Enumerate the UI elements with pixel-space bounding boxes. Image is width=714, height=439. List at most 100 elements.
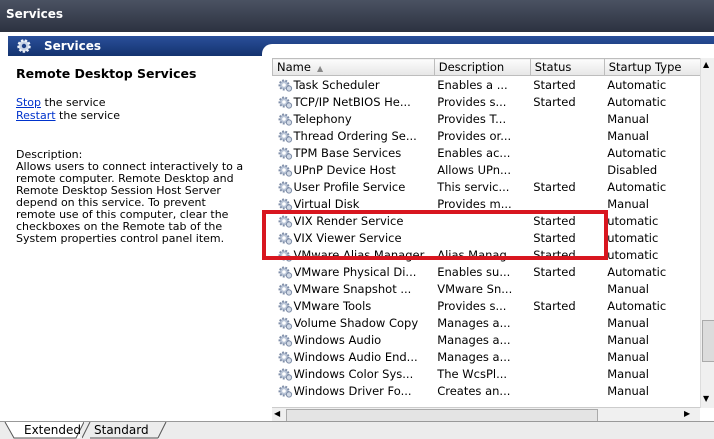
- column-header-description[interactable]: Description: [433, 58, 531, 76]
- service-name-cell: Windows Color Sys...: [273, 365, 435, 382]
- table-row[interactable]: Telephony Provides T... Manual: [273, 110, 705, 127]
- gear-icon: [16, 38, 32, 54]
- service-startup-cell: Manual: [607, 366, 650, 381]
- scroll-left-icon[interactable]: ◀: [274, 409, 280, 418]
- scroll-right-icon[interactable]: ▶: [684, 409, 690, 418]
- service-gear-icon: [277, 112, 293, 126]
- service-status-cell: [530, 314, 604, 331]
- service-startup-cell: Automatic: [607, 298, 667, 313]
- service-startup-cell: Disabled: [607, 162, 658, 177]
- vertical-scroll-thumb[interactable]: [702, 320, 714, 362]
- service-name-cell: Windows Audio: [273, 331, 435, 348]
- service-name-label: VMware Physical Di...: [293, 264, 417, 279]
- service-gear-icon: [277, 333, 293, 347]
- service-gear-icon: [277, 163, 293, 177]
- restart-service-link[interactable]: Restart: [16, 109, 56, 122]
- table-row[interactable]: Task Scheduler Enables a ... Started Automa…: [273, 76, 705, 94]
- table-row[interactable]: Windows Audio End... Manages a... Manual: [273, 348, 705, 365]
- vertical-scrollbar[interactable]: ▲ ▼: [700, 58, 714, 408]
- service-gear-icon: [277, 129, 293, 143]
- service-status-cell: Started: [533, 179, 576, 194]
- service-startup-cell: Automatic: [607, 145, 667, 160]
- horizontal-scrollbar[interactable]: ◀ ▶: [272, 407, 700, 422]
- table-row[interactable]: Volume Shadow Copy Manages a... Manual: [273, 314, 705, 331]
- service-name-cell: Telephony: [273, 110, 435, 127]
- table-row[interactable]: VMware Physical Di... Enables su... Starte…: [273, 263, 705, 280]
- service-name-cell: UPnP Device Host: [273, 161, 435, 178]
- table-row[interactable]: Thread Ordering Se... Provides or... Manua…: [273, 127, 705, 144]
- window-title: Services: [6, 7, 64, 21]
- service-status-cell: Started: [533, 77, 576, 92]
- stop-service-link[interactable]: Stop: [16, 96, 41, 109]
- service-description-cell: Provides T...: [437, 111, 507, 126]
- restart-suffix: the service: [55, 109, 120, 122]
- service-status-cell: [530, 348, 604, 365]
- table-row[interactable]: Windows Color Sys... The WcsPl... Manual: [273, 365, 705, 382]
- service-name-label: Windows Audio End...: [293, 349, 418, 364]
- scroll-up-icon[interactable]: ▲: [703, 60, 709, 69]
- table-row[interactable]: VMware Tools Provides s... Started Automati…: [273, 297, 705, 314]
- service-actions: Stop the service Restart the service: [16, 96, 120, 122]
- service-status-cell: [530, 365, 604, 382]
- service-description-cell: Manages a...: [437, 349, 511, 364]
- service-description-cell: Manages a...: [437, 332, 511, 347]
- service-gear-icon: [277, 197, 293, 211]
- service-name-label: VMware Snapshot ...: [293, 281, 412, 296]
- table-row[interactable]: VMware Snapshot ... VMware Sn... Manual: [273, 280, 705, 297]
- table-row[interactable]: TCP/IP NetBIOS He... Provides s... Started…: [273, 93, 705, 110]
- tab-standard[interactable]: Standard: [82, 422, 176, 439]
- service-startup-cell: Automatic: [607, 94, 667, 109]
- service-description-cell: Provides s...: [437, 298, 507, 313]
- service-name-cell: VMware Snapshot ...: [273, 280, 435, 297]
- service-name-label: Telephony: [293, 111, 352, 126]
- service-name-label: TPM Base Services: [293, 145, 402, 160]
- service-gear-icon: [277, 384, 293, 398]
- service-name-cell: User Profile Service: [273, 178, 435, 195]
- service-description-cell: The WcsPl...: [437, 366, 508, 381]
- service-status-cell: [530, 280, 604, 297]
- service-gear-icon: [277, 265, 293, 279]
- table-header-row: Name ▲ Description Status Startup Type: [272, 58, 705, 76]
- service-name-label: VMware Tools: [293, 298, 372, 313]
- service-status-cell: Started: [533, 298, 576, 313]
- service-name-label: Windows Color Sys...: [293, 366, 414, 381]
- service-name-label: Virtual Disk: [293, 196, 360, 211]
- table-row[interactable]: UPnP Device Host Allows UPn... Disabled: [273, 161, 705, 178]
- window-title-bar: Services: [0, 0, 714, 32]
- service-name-cell: Thread Ordering Se...: [273, 127, 435, 144]
- header-label: Services: [44, 39, 102, 53]
- service-gear-icon: [277, 282, 293, 296]
- service-description-cell: VMware Sn...: [437, 281, 513, 296]
- service-gear-icon: [277, 299, 293, 313]
- column-header-name[interactable]: Name ▲: [272, 58, 435, 76]
- table-row[interactable]: TPM Base Services Enables ac... Automatic: [273, 144, 705, 161]
- service-name-cell: TPM Base Services: [273, 144, 435, 161]
- tab-extended[interactable]: Extended: [4, 422, 84, 439]
- service-description: Description: Allows users to connect int…: [16, 149, 262, 245]
- table-row[interactable]: Windows Audio Manages a... Manual: [273, 331, 705, 348]
- service-name-label: UPnP Device Host: [293, 162, 396, 177]
- service-startup-cell: Automatic: [607, 264, 667, 279]
- service-gear-icon: [277, 367, 293, 381]
- service-status-cell: [530, 161, 604, 178]
- service-name-label: Windows Driver Fo...: [293, 383, 412, 398]
- table-row[interactable]: Windows Driver Fo... Creates an... Manual: [273, 382, 705, 399]
- service-name-label: TCP/IP NetBIOS He...: [293, 94, 411, 109]
- scroll-down-icon[interactable]: ▼: [703, 394, 709, 403]
- service-description-cell: Enables ac...: [437, 145, 511, 160]
- service-gear-icon: [277, 78, 293, 92]
- service-startup-cell: Manual: [607, 349, 650, 364]
- service-description-cell: Provides s...: [437, 94, 507, 109]
- service-description-cell: Provides or...: [437, 128, 512, 143]
- service-name-label: Windows Audio: [293, 332, 382, 347]
- service-startup-cell: utomatic: [607, 247, 659, 262]
- column-header-startup-type[interactable]: Startup Type: [603, 58, 705, 76]
- service-startup-cell: Manual: [607, 281, 650, 296]
- column-header-status[interactable]: Status: [529, 58, 605, 76]
- table-row[interactable]: User Profile Service This servic... Starte…: [273, 178, 705, 195]
- highlight-annotation-box: [262, 210, 608, 260]
- service-gear-icon: [277, 316, 293, 330]
- service-startup-cell: utomatic: [607, 230, 659, 245]
- service-gear-icon: [277, 95, 293, 109]
- service-startup-cell: Manual: [607, 315, 650, 330]
